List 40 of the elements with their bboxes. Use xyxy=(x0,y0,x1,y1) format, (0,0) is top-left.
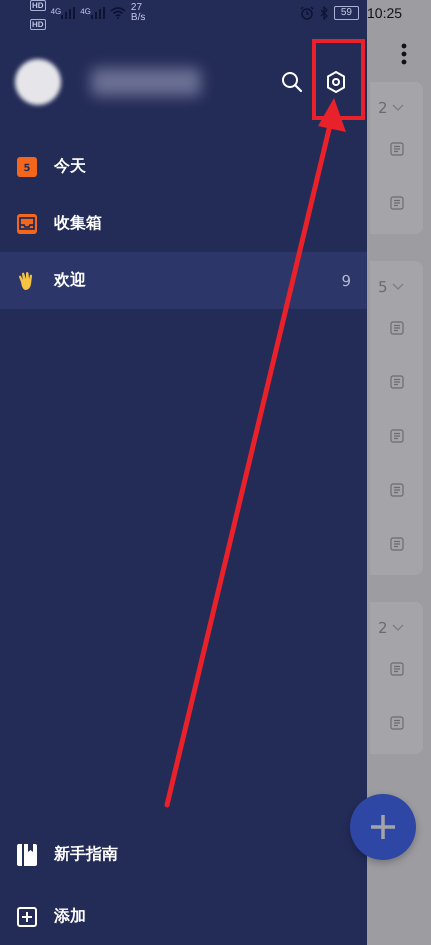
drawer-item[interactable]: 欢迎 9 xyxy=(0,252,367,309)
calendar-icon: 5 xyxy=(17,156,37,176)
settings-icon[interactable] xyxy=(325,70,347,94)
alarm-icon xyxy=(300,6,314,20)
note-icon xyxy=(390,429,404,443)
battery-level: 59 xyxy=(340,7,352,18)
note-icon xyxy=(390,662,404,676)
plus-icon xyxy=(370,814,396,840)
drawer-item[interactable]: 新手指南 xyxy=(0,826,332,883)
drawer-item[interactable]: 5 今天 xyxy=(0,138,367,195)
status-time: 10:25 xyxy=(367,5,402,21)
add-icon xyxy=(17,906,37,926)
avatar[interactable] xyxy=(15,59,61,105)
group-count: 5 xyxy=(378,278,388,296)
more-icon[interactable] xyxy=(401,43,407,65)
note-icon xyxy=(390,196,404,210)
note-icon xyxy=(390,716,404,730)
item-count: 9 xyxy=(341,272,351,290)
network-speed: 27 xyxy=(130,3,142,13)
signal-icon xyxy=(61,7,76,19)
drawer-item[interactable]: 收集箱 xyxy=(0,195,367,252)
note-icon xyxy=(390,375,404,389)
network-type: 4G xyxy=(80,7,91,16)
group-count: 2 xyxy=(378,619,388,637)
speed-unit: B/s xyxy=(130,13,146,23)
book-icon xyxy=(17,844,37,866)
network-type: 4G xyxy=(50,7,62,16)
hd-label: HD xyxy=(30,18,46,30)
note-icon xyxy=(390,483,404,497)
drawer-item[interactable]: 添加 xyxy=(0,888,332,945)
signal-icon xyxy=(90,7,105,19)
note-icon xyxy=(390,142,404,156)
note-icon xyxy=(390,321,404,335)
search-icon[interactable] xyxy=(281,71,303,93)
group-count: 2 xyxy=(378,99,388,117)
inbox-icon xyxy=(17,214,37,234)
hd-label: HD xyxy=(30,0,46,10)
note-icon xyxy=(390,537,404,551)
bluetooth-icon xyxy=(318,6,329,20)
wifi-icon xyxy=(110,7,126,19)
